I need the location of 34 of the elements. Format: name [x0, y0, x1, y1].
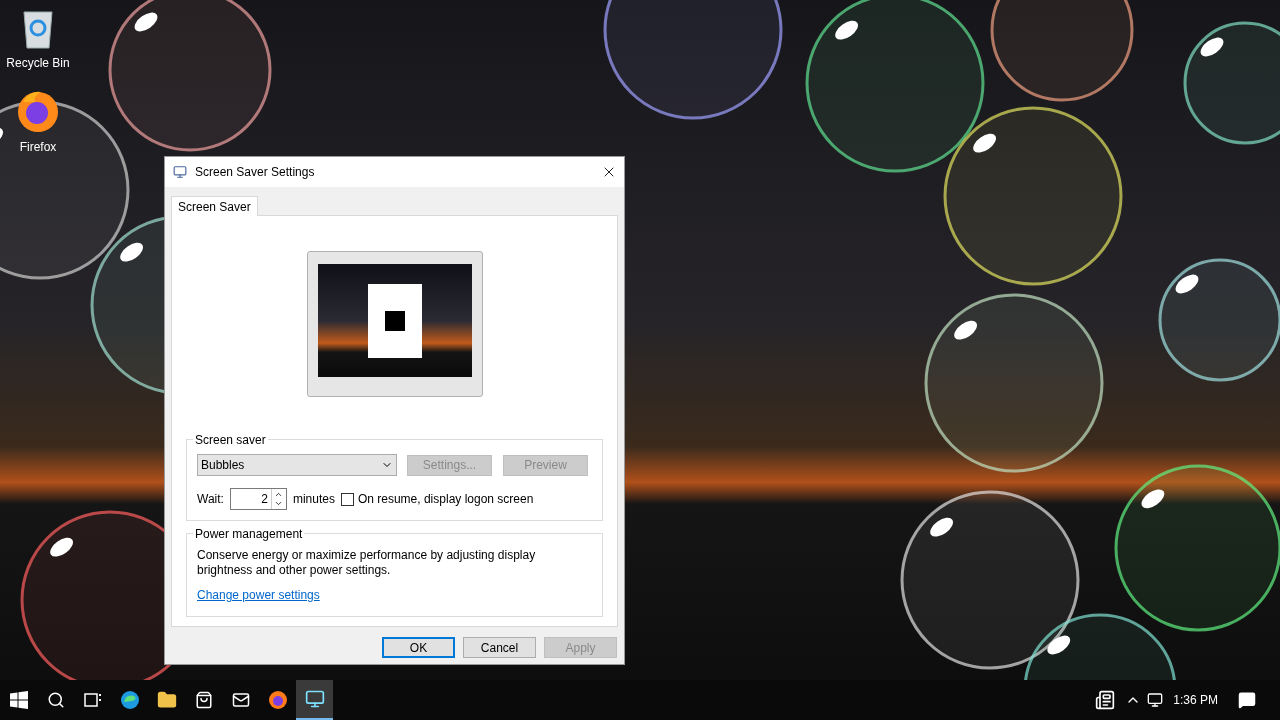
shopping-bag-icon	[194, 691, 213, 709]
news-icon[interactable]	[1095, 690, 1116, 710]
task-view-icon	[83, 691, 102, 709]
windows-logo-icon	[9, 691, 28, 709]
clock[interactable]: 1:36 PM	[1173, 691, 1218, 709]
mail-icon	[231, 691, 250, 709]
spin-up-icon[interactable]	[274, 490, 284, 499]
search-icon	[46, 691, 65, 709]
dialog-button[interactable]: Cancel	[463, 637, 536, 658]
wait-spinner[interactable]: 2	[229, 488, 287, 510]
tab[interactable]: Screen Saver	[171, 196, 258, 216]
browser-icon	[119, 690, 140, 710]
wait-label: Wait:	[197, 491, 224, 508]
logon-checkbox[interactable]	[340, 492, 354, 506]
taskbar-button[interactable]	[296, 680, 333, 720]
network-icon[interactable]	[1147, 692, 1164, 708]
monitor-icon	[173, 165, 187, 179]
screen-saver-dropdown[interactable]: Bubbles	[197, 454, 397, 476]
recycle-bin-icon	[20, 8, 56, 50]
checkbox-label: On resume, display logon screen	[357, 491, 534, 508]
folder-icon	[156, 690, 177, 710]
window-title: Screen Saver Settings	[195, 164, 316, 181]
power-description: Conserve energy or maximize performance by adjusting display brightness and other power settings.	[197, 548, 537, 578]
monitor-icon	[304, 689, 325, 709]
spin-down-icon[interactable]	[274, 499, 284, 508]
wait-value: 2	[261, 491, 269, 508]
browser-icon	[267, 690, 288, 710]
notification-icon[interactable]	[1238, 691, 1256, 709]
desktop-icon-label[interactable]: Firefox	[19, 138, 57, 156]
minutes-label: minutes	[292, 491, 335, 508]
power-settings-link[interactable]: Change power settings	[197, 586, 320, 604]
desktop-icon-label[interactable]: Recycle Bin	[6, 54, 70, 72]
dialog-button[interactable]: OK	[382, 637, 455, 658]
dropdown-value: Bubbles	[201, 457, 245, 474]
